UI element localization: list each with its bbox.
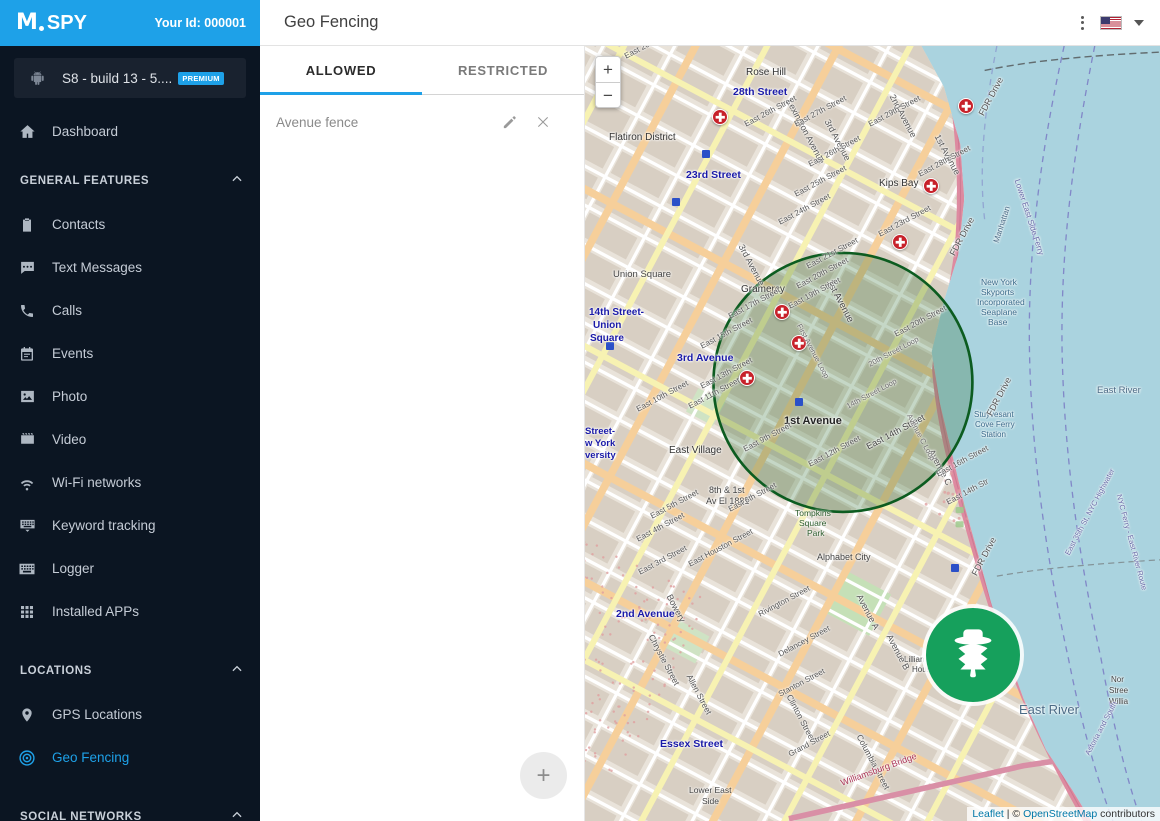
keyboard-icon: [14, 560, 40, 578]
logo-m-letter: M: [16, 10, 38, 35]
sidebar-item-calls[interactable]: Calls: [0, 289, 260, 332]
sidebar-item-label: Calls: [52, 303, 83, 318]
sidebar-item-label: GPS Locations: [52, 707, 143, 722]
app-root: M SPY Your Id: 000001 S8 - build 13 - 5.…: [0, 0, 1160, 821]
chevron-up-icon: [230, 662, 244, 681]
sidebar-item-label: Installed APPs: [52, 604, 140, 619]
logo-spy-text: SPY: [46, 12, 87, 34]
sidebar-item-label: Video: [52, 432, 87, 447]
osm-link[interactable]: OpenStreetMap: [1023, 808, 1097, 820]
attrib-suffix: contributors: [1097, 808, 1155, 820]
contacts-icon: [14, 217, 40, 233]
zoom-in-button[interactable]: +: [596, 57, 620, 82]
sidebar-item-video[interactable]: Video: [0, 418, 260, 461]
mspy-logo[interactable]: M SPY: [16, 12, 87, 34]
your-id-label: Your Id: 000001: [154, 16, 246, 30]
sidebar-item-gps-locations[interactable]: GPS Locations: [0, 693, 260, 736]
target-icon: [14, 749, 40, 767]
add-fence-label: +: [536, 761, 551, 789]
sidebar: M SPY Your Id: 000001 S8 - build 13 - 5.…: [0, 0, 260, 821]
sidebar-item-label: Dashboard: [52, 124, 119, 139]
sidebar-item-label: Logger: [52, 561, 95, 576]
logo-dot: [38, 26, 44, 31]
zoom-out-button[interactable]: −: [596, 82, 620, 107]
android-icon: [24, 70, 50, 86]
wifi-icon: [14, 474, 40, 492]
section-title: GENERAL FEATURES: [20, 175, 150, 187]
sidebar-section-general-features[interactable]: GENERAL FEATURES: [0, 159, 260, 203]
sidebar-item-events[interactable]: Events: [0, 332, 260, 375]
sidebar-item-photo[interactable]: Photo: [0, 375, 260, 418]
sidebar-item-label: Contacts: [52, 217, 106, 232]
sidebar-item-dashboard[interactable]: Dashboard: [0, 110, 260, 153]
sidebar-item-label: Geo Fencing: [52, 750, 130, 765]
home-icon: [14, 123, 40, 140]
sidebar-item-label: Events: [52, 346, 94, 361]
phone-icon: [14, 303, 40, 319]
fence-panel: ALLOWED RESTRICTED Avenue fence +: [260, 46, 585, 821]
content-area: ALLOWED RESTRICTED Avenue fence + Rose H…: [260, 46, 1160, 821]
sidebar-item-text-messages[interactable]: Text Messages: [0, 246, 260, 289]
photo-icon: [14, 388, 40, 405]
main-area: Geo Fencing ALLOWED RESTRICTED Avenue fe…: [260, 0, 1160, 821]
section-title: LOCATIONS: [20, 665, 92, 677]
fence-tabs: ALLOWED RESTRICTED: [260, 46, 584, 95]
brand-bar: M SPY Your Id: 000001: [0, 0, 260, 46]
section-title: SOCIAL NETWORKS: [20, 811, 142, 821]
tab-allowed[interactable]: ALLOWED: [260, 46, 422, 95]
calendar-icon: [14, 346, 40, 362]
page-title: Geo Fencing: [284, 13, 379, 31]
sidebar-item-label: Text Messages: [52, 260, 143, 275]
sidebar-item-wifi-networks[interactable]: Wi-Fi networks: [0, 461, 260, 504]
sidebar-item-installed-apps[interactable]: Installed APPs: [0, 590, 260, 633]
chevron-down-icon[interactable]: [1134, 19, 1144, 26]
sidebar-item-keyword-tracking[interactable]: Keyword tracking: [0, 504, 260, 547]
premium-badge: PREMIUM: [178, 71, 224, 85]
sidebar-section-locations[interactable]: LOCATIONS: [0, 649, 260, 693]
grid-icon: [14, 604, 40, 620]
map-zoom-controls: + −: [595, 56, 621, 108]
sidebar-section-social-networks[interactable]: SOCIAL NETWORKS: [0, 795, 260, 821]
map-view[interactable]: Rose Hill 28th Street 23rd Street Flatiron …: [585, 46, 1160, 821]
fence-name-label: Avenue fence: [276, 114, 359, 130]
sidebar-item-label: Wi-Fi networks: [52, 475, 142, 490]
kebab-menu-icon[interactable]: [1077, 12, 1088, 34]
sidebar-item-geo-fencing[interactable]: Geo Fencing: [0, 736, 260, 779]
chevron-up-icon: [230, 172, 244, 191]
tab-label: ALLOWED: [305, 62, 377, 78]
video-icon: [14, 431, 40, 448]
list-item[interactable]: Avenue fence: [260, 95, 584, 149]
add-fence-button[interactable]: +: [520, 752, 567, 799]
map-canvas: [585, 46, 1160, 821]
tab-label: RESTRICTED: [457, 62, 549, 78]
sidebar-item-label: Photo: [52, 389, 88, 404]
topbar-actions: [1077, 12, 1144, 34]
sidebar-item-logger[interactable]: Logger: [0, 547, 260, 590]
sidebar-item-contacts[interactable]: Contacts: [0, 203, 260, 246]
keyboard-down-icon: [14, 517, 40, 534]
tab-restricted[interactable]: RESTRICTED: [422, 46, 584, 94]
sidebar-item-label: Keyword tracking: [52, 518, 156, 533]
close-icon[interactable]: [526, 114, 560, 130]
device-name-label: S8 - build 13 - 5....: [62, 70, 173, 86]
pencil-icon[interactable]: [492, 114, 526, 131]
attrib-copyright: ©: [1012, 808, 1024, 820]
chevron-up-icon: [230, 808, 244, 821]
device-selector[interactable]: S8 - build 13 - 5.... PREMIUM: [14, 58, 246, 98]
us-flag-icon[interactable]: [1100, 15, 1122, 30]
spy-detective-icon: [926, 608, 1020, 702]
map-pin-icon: [14, 707, 40, 723]
topbar: Geo Fencing: [260, 0, 1160, 46]
map-attribution: Leaflet | © OpenStreetMap contributors: [967, 807, 1160, 821]
leaflet-link[interactable]: Leaflet: [972, 808, 1004, 820]
message-icon: [14, 259, 40, 276]
